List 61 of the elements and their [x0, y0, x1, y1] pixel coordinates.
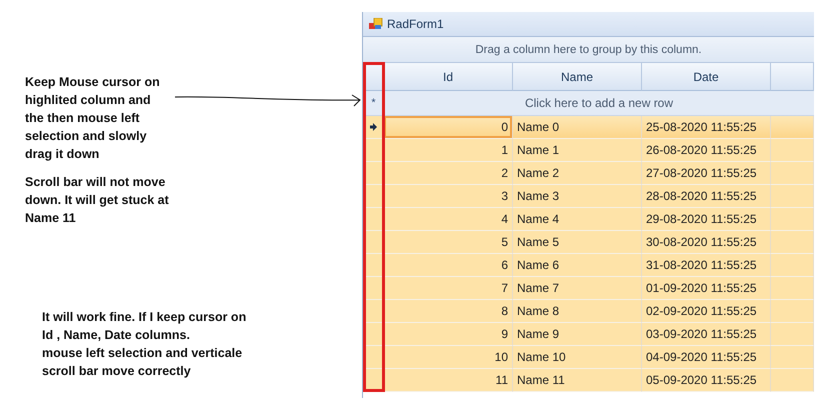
table-cell: Name 10	[513, 346, 642, 369]
table-cell: Name 6	[513, 254, 642, 277]
table-cell: 2	[384, 162, 513, 185]
table-cell: 0	[384, 116, 513, 139]
new-row-hint: Click here to add a new row	[524, 95, 674, 112]
table-cell: 11	[384, 369, 513, 392]
table-cell: 29-08-2020 11:55:25	[642, 208, 771, 231]
table-cell	[771, 277, 814, 300]
table-cell: Name 5	[513, 231, 642, 254]
table-cell: 27-08-2020 11:55:25	[642, 162, 771, 185]
table-cell: Name 11	[513, 369, 642, 392]
group-panel-hint: Drag a column here to group by this column.	[475, 44, 702, 56]
column-header[interactable]: Name	[513, 63, 642, 91]
table-cell	[771, 254, 814, 277]
table-cell: Name 1	[513, 139, 642, 162]
table-cell: 5	[384, 231, 513, 254]
table-cell	[771, 116, 814, 139]
table-cell	[771, 139, 814, 162]
table-cell: 10	[384, 346, 513, 369]
new-row[interactable]: * Click here to add a new row	[363, 91, 814, 116]
table-cell	[771, 300, 814, 323]
new-row-marker: *	[370, 96, 377, 111]
group-panel[interactable]: Drag a column here to group by this column.	[363, 37, 814, 63]
annotation-note: Keep Mouse cursor on highlited column and the then mouse left selection and slowly drag it down	[25, 74, 160, 163]
table-cell: Name 2	[513, 162, 642, 185]
table-cell: 6	[384, 254, 513, 277]
table-cell	[771, 185, 814, 208]
table-cell: 02-09-2020 11:55:25	[642, 300, 771, 323]
table-cell: 9	[384, 323, 513, 346]
column-header[interactable]: Date	[642, 63, 771, 91]
table-cell	[771, 369, 814, 392]
table-cell: Name 0	[513, 116, 642, 139]
table-cell	[771, 323, 814, 346]
window-title: RadForm1	[387, 17, 444, 31]
column-header[interactable]: Id	[384, 63, 513, 91]
table-cell: 28-08-2020 11:55:25	[642, 185, 771, 208]
table-cell: 26-08-2020 11:55:25	[642, 139, 771, 162]
table-cell: 05-09-2020 11:55:25	[642, 369, 771, 392]
table-cell	[771, 231, 814, 254]
form-icon	[369, 18, 383, 30]
table-cell	[771, 162, 814, 185]
table-cell: Name 8	[513, 300, 642, 323]
table-cell: Name 3	[513, 185, 642, 208]
table-cell: 04-09-2020 11:55:25	[642, 346, 771, 369]
annotation-note: Scroll bar will not move down. It will get stuck at Name 11	[25, 174, 169, 227]
annotation-note: It will work fine. If I keep cursor on Id , Name, Date columns. mouse left selection and verticale scroll bar move correctly	[42, 309, 246, 380]
table-cell: 7	[384, 277, 513, 300]
table-cell: 4	[384, 208, 513, 231]
table-cell: 30-08-2020 11:55:25	[642, 231, 771, 254]
table-cell	[771, 208, 814, 231]
table-cell: Name 4	[513, 208, 642, 231]
table-cell: 3	[384, 185, 513, 208]
table-cell: Name 9	[513, 323, 642, 346]
table-cell: 25-08-2020 11:55:25	[642, 116, 771, 139]
table-cell: Name 7	[513, 277, 642, 300]
table-cell: 1	[384, 139, 513, 162]
table-cell: 31-08-2020 11:55:25	[642, 254, 771, 277]
table-cell: 03-09-2020 11:55:25	[642, 323, 771, 346]
table-cell	[771, 346, 814, 369]
table-cell: 8	[384, 300, 513, 323]
table-cell: 01-09-2020 11:55:25	[642, 277, 771, 300]
